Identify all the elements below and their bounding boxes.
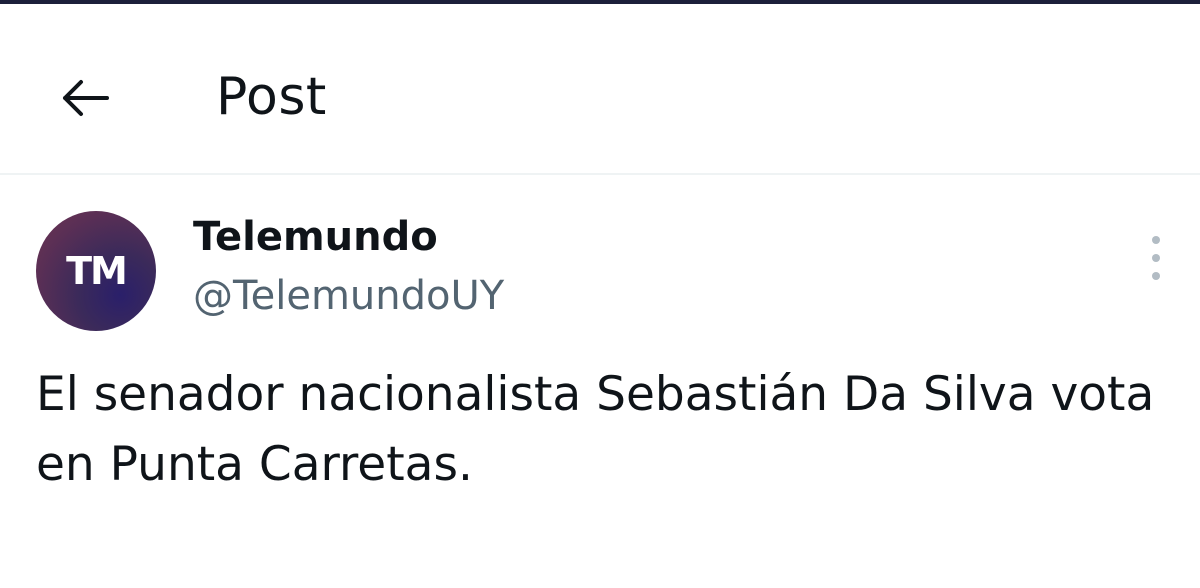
more-vertical-icon-dot <box>1152 272 1160 280</box>
header-divider <box>0 173 1200 175</box>
page-title: Post <box>216 67 327 127</box>
arrow-left-icon <box>63 80 109 116</box>
more-options-button[interactable] <box>1138 236 1174 280</box>
more-vertical-icon-dot <box>1152 254 1160 262</box>
avatar-logo-text: TM <box>66 249 128 293</box>
more-vertical-icon <box>1152 236 1160 244</box>
avatar[interactable]: TM <box>36 211 156 331</box>
back-button[interactable] <box>50 70 120 126</box>
header: Post <box>0 4 1200 174</box>
author-handle[interactable]: @TelemundoUY <box>193 270 504 322</box>
post-text: El senador nacionalista Sebastián Da Sil… <box>36 367 1155 492</box>
author-display-name[interactable]: Telemundo <box>193 212 438 262</box>
